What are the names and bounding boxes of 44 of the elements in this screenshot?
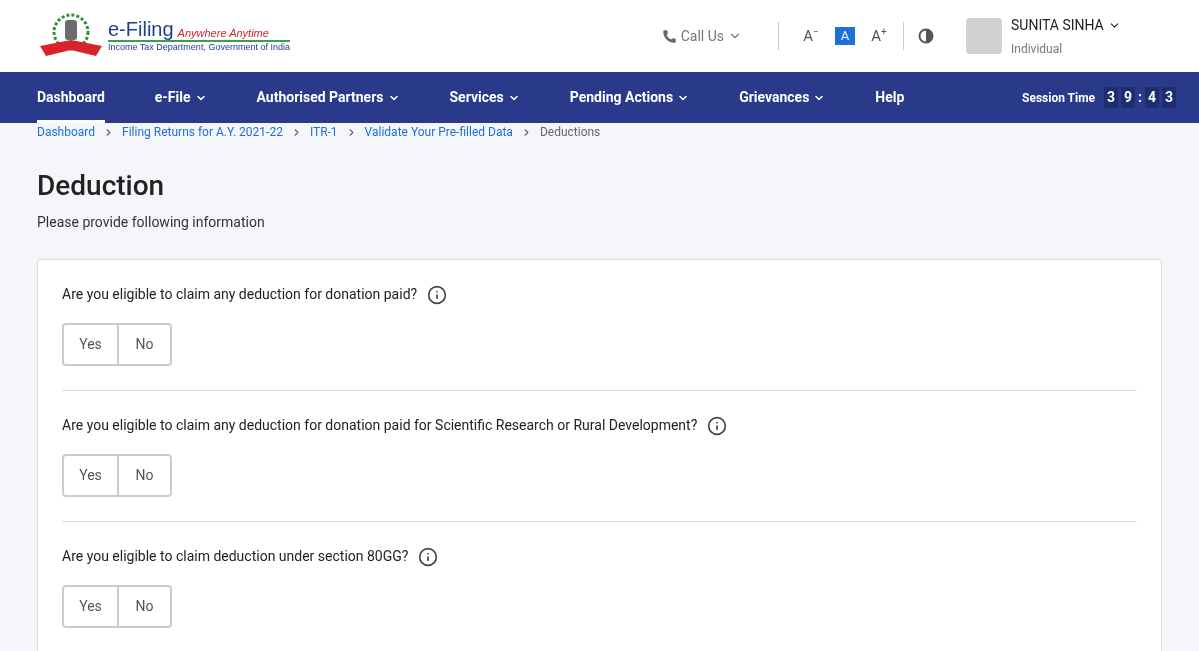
font-size-button[interactable]: A− xyxy=(801,27,821,45)
choice-button[interactable]: No xyxy=(119,585,172,628)
timer-digit: 3 xyxy=(1162,87,1176,108)
breadcrumb-link[interactable]: Deductions xyxy=(539,123,601,141)
timer-digit: 3 xyxy=(1104,87,1119,108)
question-text: Are you eligible to claim any deduction for donation paid for Scientific Research or Rural Development? xyxy=(62,416,698,435)
nav-item[interactable]: e-File xyxy=(154,72,207,123)
breadcrumb-link[interactable]: Validate Your Pre-filled Data xyxy=(364,123,513,141)
user-role: Individual xyxy=(1011,40,1064,58)
info-icon[interactable] xyxy=(707,415,728,436)
choice-button[interactable]: Yes xyxy=(62,323,119,366)
timer-digit: 4 xyxy=(1145,87,1159,108)
logo-title: e-Filing xyxy=(108,18,174,39)
info-icon[interactable] xyxy=(418,546,439,567)
choice-button[interactable]: Yes xyxy=(62,454,119,497)
page-title: Deduction xyxy=(37,168,166,203)
breadcrumb-link[interactable]: ITR-1 xyxy=(309,123,338,141)
font-size-button[interactable]: A xyxy=(835,27,855,45)
phone-icon xyxy=(661,28,677,44)
nav-item[interactable]: Help xyxy=(875,72,905,123)
question-text: Are you eligible to claim any deduction for donation paid? xyxy=(62,285,418,304)
choice-button[interactable]: Yes xyxy=(62,585,119,628)
font-size-button[interactable]: A+ xyxy=(869,27,889,45)
breadcrumb-link[interactable]: Dashboard xyxy=(37,123,96,141)
nav-item[interactable]: Grievances xyxy=(739,72,826,123)
page-subtitle: Please provide following information xyxy=(37,213,266,232)
timer-separator: : xyxy=(1138,88,1142,107)
nav-item[interactable]: Authorised Partners xyxy=(256,72,400,123)
info-icon[interactable] xyxy=(427,284,448,305)
call-us-button[interactable]: Call Us xyxy=(661,25,742,47)
user-menu[interactable]: SUNITA SINHA xyxy=(1011,14,1161,36)
breadcrumb-link[interactable]: Filing Returns for A.Y. 2021-22 xyxy=(122,123,283,141)
session-time-label: Session Time xyxy=(1022,89,1096,107)
choice-button[interactable]: No xyxy=(119,323,172,366)
logo-subtitle: Income Tax Department, Government of India xyxy=(108,41,290,54)
nav-item[interactable]: Pending Actions xyxy=(569,72,690,123)
avatar xyxy=(966,18,1002,54)
timer-digit: 9 xyxy=(1121,87,1136,108)
nav-item[interactable]: Services xyxy=(449,72,520,123)
choice-button[interactable]: No xyxy=(119,454,172,497)
question-text: Are you eligible to claim deduction under section 80GG? xyxy=(62,547,409,566)
logo-tagline: Anywhere Anytime xyxy=(177,27,269,39)
contrast-icon[interactable] xyxy=(918,28,934,44)
nav-item[interactable]: Dashboard xyxy=(37,72,105,123)
